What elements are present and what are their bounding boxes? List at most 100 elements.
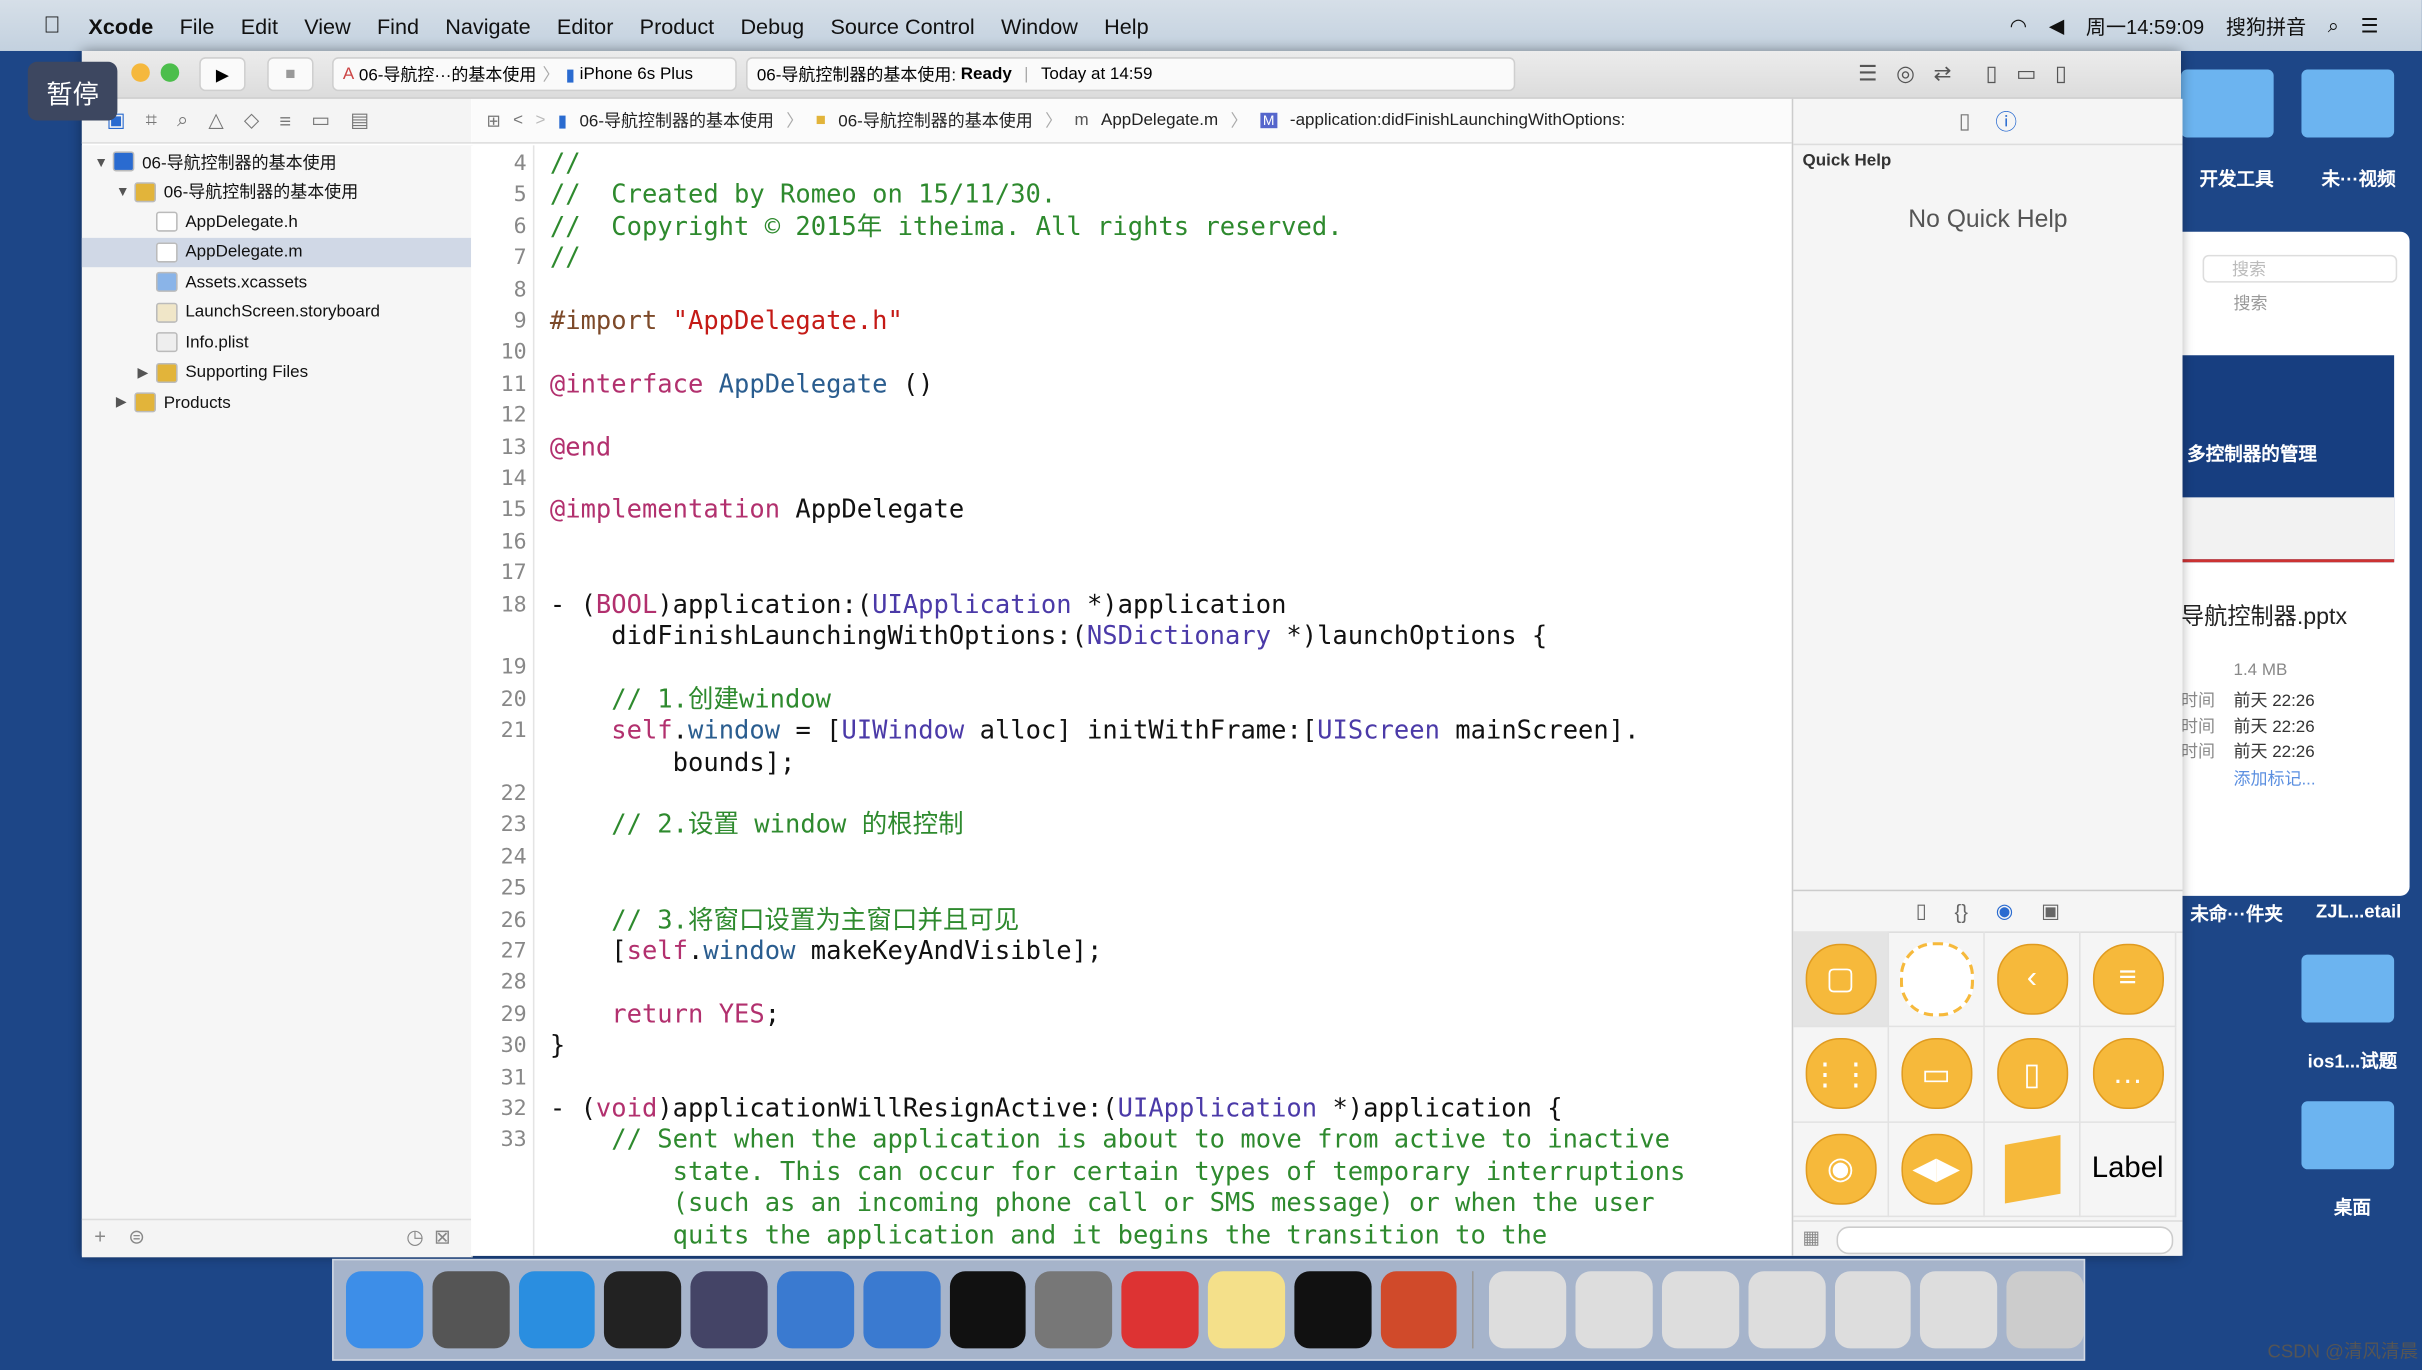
code-line[interactable]: 26 // 3.将窗口设置为主窗口并且可见 [471,905,1792,936]
jump-project[interactable]: 06-导航控制器的基本使用 [579,108,773,133]
code-line[interactable]: state. This can occur for certain types … [471,1157,1792,1188]
folder-icon[interactable] [2301,954,2395,1023]
doc1-icon[interactable] [1489,1271,1567,1349]
code-line[interactable]: 31 [471,1062,1792,1093]
system-preferences-icon[interactable] [1035,1271,1113,1349]
notes-icon[interactable] [1207,1271,1285,1349]
code-line[interactable]: 6 // Copyright © 2015年 itheima. All right… [471,211,1792,242]
pause-badge[interactable]: 暂停 [27,61,118,121]
symbol-navigator-icon[interactable]: ⌗ [146,108,157,133]
console-icon[interactable] [1294,1271,1371,1349]
doc4-icon[interactable] [1748,1271,1826,1349]
folder-label[interactable]: ios1...试题 [2283,1047,2422,1073]
notification-icon[interactable]: ☰ [2361,13,2379,38]
wifi-icon[interactable]: ◠ [2010,13,2028,38]
file-template-icon[interactable]: ▯ [1916,899,1927,924]
jump-method[interactable]: -application:didFinishLaunchingWithOptio… [1290,111,1625,130]
menu-view[interactable]: View [304,13,350,38]
navigator-item[interactable]: ▼ 06-导航控制器的基本使用 [82,177,471,206]
jump-file[interactable]: AppDelegate.m [1101,111,1218,130]
code-line[interactable]: bounds]; [471,747,1792,778]
standard-editor-icon[interactable]: ☰ [1858,60,1877,86]
code-line[interactable]: 33 // Sent when the application is about… [471,1125,1792,1156]
doc3-icon[interactable] [1661,1271,1739,1349]
media-library-icon[interactable]: ▣ [2041,899,2060,924]
toggle-utilities-icon[interactable]: ▯ [2055,60,2067,86]
xmind-icon[interactable] [1121,1271,1199,1349]
library-object[interactable]: ▯ [1984,1026,2081,1123]
menu-help[interactable]: Help [1104,13,1148,38]
folder-icon[interactable] [2180,69,2274,138]
folder-label[interactable]: 开发工具 [2181,165,2292,191]
folder-label[interactable]: ZJL...etail [2295,901,2422,923]
code-line[interactable]: 25 [471,873,1792,904]
menu-find[interactable]: Find [377,13,419,38]
finder-icon[interactable] [345,1271,423,1349]
code-line[interactable]: 5 // Created by Romeo on 15/11/30. [471,180,1792,211]
version-editor-icon[interactable]: ⇄ [1934,60,1952,86]
jump-group[interactable]: 06-导航控制器的基本使用 [838,108,1032,133]
clock[interactable]: 周一14:59:09 [2086,11,2204,40]
navigator-item[interactable]: Info.plist [82,327,471,356]
code-line[interactable]: 16 [471,526,1792,557]
code-line[interactable]: 9 #import "AppDelegate.h" [471,306,1792,337]
code-line[interactable]: 19 [471,652,1792,683]
library-object[interactable]: Label [2080,1121,2177,1218]
code-line[interactable]: 18 - (BOOL)application:(UIApplication *)a… [471,589,1792,620]
menu-navigate[interactable]: Navigate [445,13,530,38]
menu-debug[interactable]: Debug [740,13,804,38]
quick-help-icon[interactable]: ⓘ [1995,106,2017,137]
code-line[interactable]: 32 - (void)applicationWillResignActive:(U… [471,1094,1792,1125]
library-object[interactable]: ⋮⋮ [1793,1026,1890,1123]
code-line[interactable]: quits the application and it begins the … [471,1220,1792,1251]
menu-window[interactable]: Window [1001,13,1078,38]
library-object[interactable]: ◀▶ [1889,1121,1985,1218]
terminal-icon[interactable] [949,1271,1027,1349]
assistant-editor-icon[interactable]: ◎ [1896,60,1915,86]
code-line[interactable]: 29 return YES; [471,999,1792,1030]
navigator-item[interactable]: ▼ 06-导航控制器的基本使用 [82,147,471,176]
library-object[interactable] [1984,1121,2081,1218]
filter-icon[interactable]: ⊜ [128,1225,145,1250]
xcode-icon[interactable] [776,1271,854,1349]
library-filter-input[interactable] [1836,1226,2174,1255]
code-line[interactable]: 22 [471,778,1792,809]
find-navigator-icon[interactable]: ⌕ [177,108,188,133]
source-editor[interactable]: 4 // 5 // Created by Romeo on 15/11/30. 6 // … [471,145,1792,1256]
report-navigator-icon[interactable]: ▤ [350,108,369,133]
navigator-item[interactable]: AppDelegate.h [82,207,471,236]
file-inspector-icon[interactable]: ▯ [1959,108,1971,134]
doc6-icon[interactable] [1920,1271,1998,1349]
code-line[interactable]: 28 [471,968,1792,999]
menu-app[interactable]: Xcode [88,13,153,38]
code-line[interactable]: 20 // 1.创建window [471,684,1792,715]
disclosure-triangle-icon[interactable]: ▶ [137,364,156,381]
code-line[interactable]: 15 @implementation AppDelegate [471,495,1792,526]
library-object[interactable]: ⬚ [1889,931,1985,1028]
library-object[interactable]: … [2080,1026,2177,1123]
stop-button[interactable]: ■ [267,57,314,92]
disclosure-triangle-icon[interactable]: ▼ [116,184,135,199]
code-line[interactable]: 13 @end [471,432,1792,463]
folder-label[interactable]: 桌面 [2283,1194,2422,1220]
code-line[interactable]: 17 [471,558,1792,589]
code-line[interactable]: 7 // [471,243,1792,274]
navigator-item[interactable]: ▶ Supporting Files [82,358,471,387]
input-method[interactable]: 搜狗拼音 [2226,11,2306,40]
code-line[interactable]: 11 @interface AppDelegate () [471,369,1792,400]
library-object[interactable]: ▭ [1889,1026,1985,1123]
forward-button[interactable]: > [535,111,545,130]
navigator-item[interactable]: ▶ Products [82,388,471,417]
test-navigator-icon[interactable]: ◇ [244,108,259,133]
menu-product[interactable]: Product [640,13,715,38]
code-line[interactable]: 23 // 2.设置 window 的根控制 [471,810,1792,841]
code-line[interactable]: 8 [471,274,1792,305]
issue-navigator-icon[interactable]: △ [208,108,223,133]
back-button[interactable]: < [513,111,523,130]
search-input[interactable]: 搜索 [2202,254,2398,283]
spotlight-icon[interactable]: ⌕ [2328,13,2339,38]
add-tag-link[interactable]: 添加标记... [2233,766,2315,791]
code-line[interactable]: didFinishLaunchingWithOptions:(NSDiction… [471,621,1792,652]
code-line[interactable]: 14 [471,463,1792,494]
code-line[interactable]: 12 [471,400,1792,431]
